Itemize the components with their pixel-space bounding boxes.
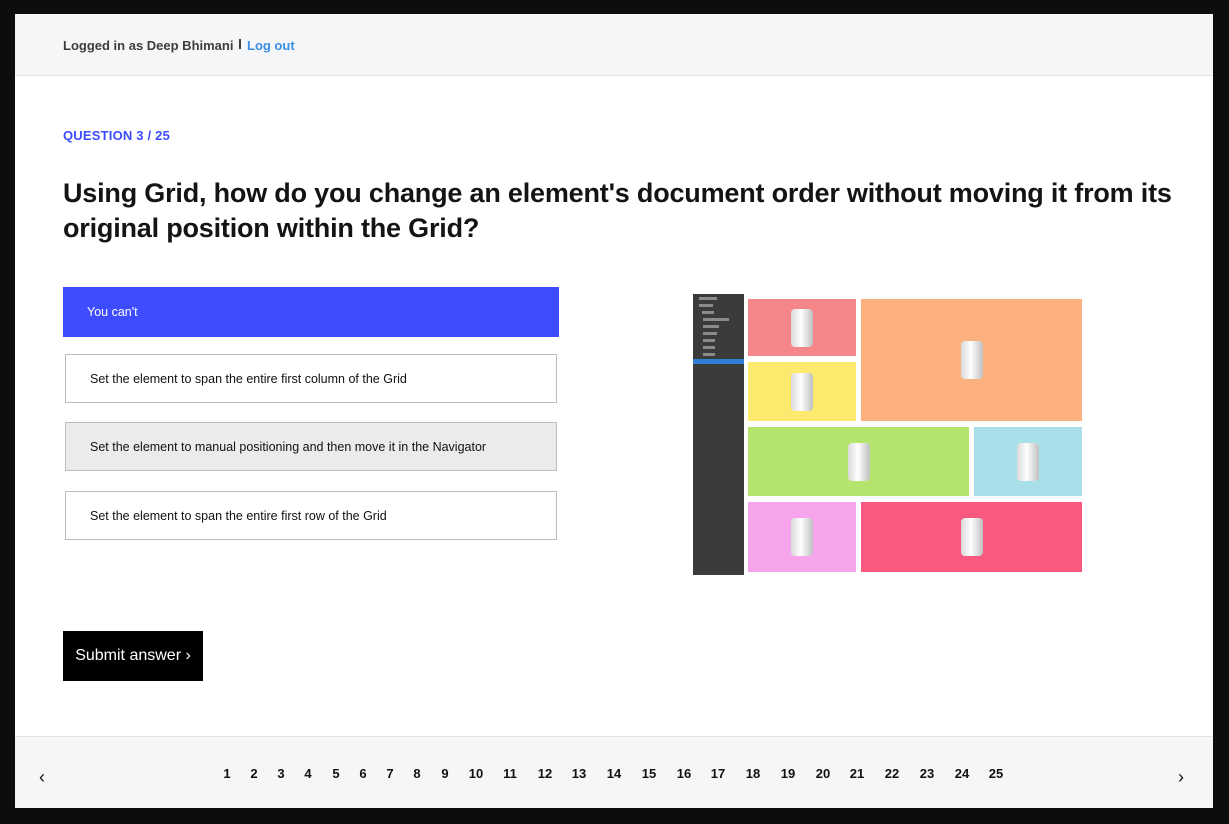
page-link[interactable]: 11 xyxy=(503,766,517,781)
question-image xyxy=(693,294,1083,575)
answer-option-label: You can't xyxy=(87,305,138,319)
page-link[interactable]: 22 xyxy=(885,766,899,781)
grid-cell-6 xyxy=(748,502,856,572)
grid-cell-3 xyxy=(748,362,856,421)
can-image xyxy=(960,518,983,556)
answer-option-2[interactable]: Set the element to span the entire first… xyxy=(65,354,557,403)
grid-cell-5 xyxy=(974,427,1082,496)
page-link[interactable]: 17 xyxy=(711,766,725,781)
page-link[interactable]: 14 xyxy=(607,766,621,781)
submit-answer-button[interactable]: Submit answer › xyxy=(63,631,203,681)
page-link[interactable]: 18 xyxy=(746,766,760,781)
can-image xyxy=(791,372,813,411)
page-link[interactable]: 15 xyxy=(642,766,656,781)
top-bar: Logged in as Deep Bhimani Log out xyxy=(15,14,1213,76)
prev-arrow-icon[interactable]: ‹ xyxy=(39,767,45,788)
page-link[interactable]: 4 xyxy=(304,766,311,781)
answer-option-1[interactable]: You can't xyxy=(63,287,559,337)
can-image xyxy=(791,308,813,347)
page-link[interactable]: 2 xyxy=(250,766,257,781)
question-number: QUESTION 3 / 25 xyxy=(63,128,171,143)
question-text: Using Grid, how do you change an element… xyxy=(63,178,1172,243)
answer-option-label: Set the element to span the entire first… xyxy=(90,371,407,386)
can-image xyxy=(1017,442,1039,481)
page-link[interactable]: 3 xyxy=(277,766,284,781)
can-image xyxy=(847,442,870,481)
page-link[interactable]: 24 xyxy=(955,766,969,781)
logged-in-text: Logged in as Deep Bhimani xyxy=(63,38,234,53)
page-link[interactable]: 25 xyxy=(989,766,1003,781)
grid-cell-2 xyxy=(861,299,1082,421)
grid-cell-4 xyxy=(748,427,969,496)
answer-option-label: Set the element to manual positioning an… xyxy=(90,439,487,454)
grid-cell-1 xyxy=(748,299,856,356)
page-link[interactable]: 1 xyxy=(223,766,230,781)
navigator-panel xyxy=(693,294,744,575)
can-image xyxy=(791,518,813,556)
grid-cell-7 xyxy=(861,502,1082,572)
quiz-window: Logged in as Deep Bhimani Log out QUESTI… xyxy=(15,14,1213,808)
page-link[interactable]: 9 xyxy=(441,766,448,781)
page-link[interactable]: 13 xyxy=(572,766,586,781)
answer-option-3[interactable]: Set the element to manual positioning an… xyxy=(65,422,557,471)
page-link[interactable]: 19 xyxy=(781,766,795,781)
logout-link[interactable]: Log out xyxy=(247,38,295,53)
page-link[interactable]: 10 xyxy=(469,766,483,781)
page-link[interactable]: 23 xyxy=(920,766,934,781)
page-link[interactable]: 5 xyxy=(332,766,339,781)
page-link[interactable]: 20 xyxy=(816,766,830,781)
page-link[interactable]: 6 xyxy=(359,766,366,781)
page-link[interactable]: 16 xyxy=(677,766,691,781)
next-arrow-icon[interactable]: › xyxy=(1178,767,1184,788)
page-link[interactable]: 21 xyxy=(850,766,864,781)
answer-option-label: Set the element to span the entire first… xyxy=(90,508,387,523)
page-link[interactable]: 12 xyxy=(538,766,552,781)
pagination-bar: ‹ 1 2 3 4 5 6 7 8 9 10 11 12 13 14 15 16… xyxy=(15,736,1213,808)
page-link[interactable]: 7 xyxy=(386,766,393,781)
separator xyxy=(239,39,241,49)
answer-option-4[interactable]: Set the element to span the entire first… xyxy=(65,491,557,540)
page-link[interactable]: 8 xyxy=(413,766,420,781)
can-image xyxy=(960,341,983,379)
